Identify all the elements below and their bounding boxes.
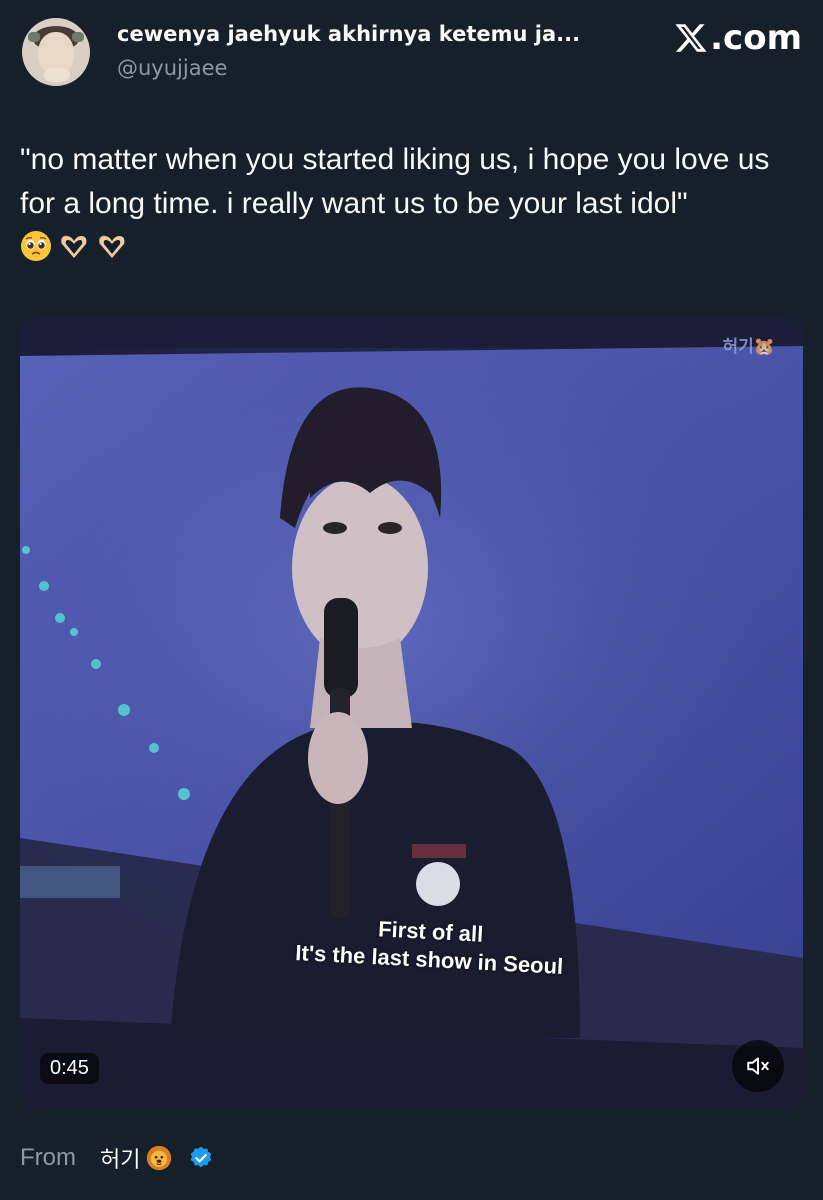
heart-hands-icon xyxy=(99,235,125,258)
lion-face-icon xyxy=(147,1145,172,1171)
emoji-row xyxy=(20,228,128,264)
video-watermark: 허기🐹 xyxy=(722,337,775,357)
video-player[interactable]: 허기🐹 xyxy=(20,318,803,1110)
speaker-muted-icon xyxy=(747,1057,769,1075)
post-text: "no matter when you started liking us, i… xyxy=(20,143,770,220)
video-duration: 0:45 xyxy=(40,1053,99,1084)
video-frame xyxy=(20,318,803,1110)
post-header: cewenya jaehyuk akhirnya ketemu ja... @u… xyxy=(22,18,802,88)
avatar[interactable] xyxy=(22,18,90,86)
heart-hands-icon xyxy=(61,235,87,258)
source-attribution: From 허기 xyxy=(20,1140,214,1176)
mute-button[interactable] xyxy=(732,1040,784,1092)
verified-badge-icon xyxy=(191,1146,212,1168)
pleading-face-icon xyxy=(21,231,51,261)
avatar-hand xyxy=(44,68,70,82)
tweet-screenshot: cewenya jaehyuk akhirnya ketemu ja... @u… xyxy=(0,0,823,1200)
from-label: From xyxy=(20,1144,76,1171)
user-handle[interactable]: @uyujjaee xyxy=(117,56,227,80)
avatar-sticker xyxy=(72,32,84,42)
site-label: .com xyxy=(710,18,802,58)
x-logo: .com xyxy=(674,18,802,58)
source-account-name[interactable]: 허기 xyxy=(100,1142,140,1174)
avatar-sticker xyxy=(28,32,40,42)
display-name[interactable]: cewenya jaehyuk akhirnya ketemu ja... xyxy=(117,22,580,46)
x-logo-icon xyxy=(675,24,707,52)
